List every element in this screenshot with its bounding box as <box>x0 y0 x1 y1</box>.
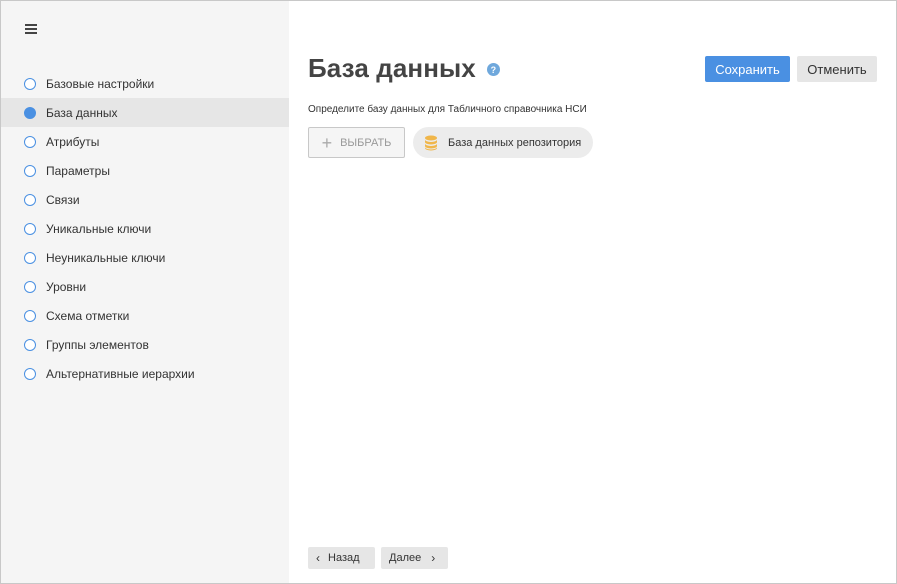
selected-database-chip[interactable]: База данных репозитория <box>413 127 594 158</box>
sidebar-item-database[interactable]: База данных <box>1 98 289 127</box>
sidebar-item-label: Уникальные ключи <box>46 221 152 236</box>
radio-icon <box>24 77 36 90</box>
sidebar-item-label: Неуникальные ключи <box>46 250 166 265</box>
sidebar-item-parameters[interactable]: Параметры <box>1 156 289 185</box>
sidebar-item-label: База данных <box>46 105 118 120</box>
next-button[interactable]: Далее › <box>381 547 448 569</box>
plus-icon: + <box>321 132 333 153</box>
next-label: Далее <box>389 552 422 564</box>
radio-icon <box>24 367 36 380</box>
wizard-window: Базовые настройки База данных Атрибуты П… <box>0 0 897 584</box>
chevron-left-icon: ‹ <box>316 551 320 565</box>
sidebar-item-label: Схема отметки <box>46 308 130 323</box>
back-label: Назад <box>328 552 360 564</box>
sidebar-item-label: Уровни <box>46 279 87 294</box>
description-text: Определите базу данных для Табличного сп… <box>308 104 587 115</box>
sidebar-item-label: Альтернативные иерархии <box>46 366 195 381</box>
sidebar-item-element-groups[interactable]: Группы элементов <box>1 330 289 359</box>
help-icon[interactable]: ? <box>486 63 500 76</box>
sidebar-item-mark-scheme[interactable]: Схема отметки <box>1 301 289 330</box>
sidebar-item-basic-settings[interactable]: Базовые настройки <box>1 69 289 98</box>
radio-icon <box>24 135 36 148</box>
sidebar-item-label: Связи <box>46 192 80 207</box>
choose-button[interactable]: + ВЫБРАТЬ <box>308 127 405 158</box>
radio-icon <box>24 222 36 235</box>
title-row: База данных ? <box>308 53 500 84</box>
sidebar-nav: Базовые настройки База данных Атрибуты П… <box>1 69 289 388</box>
sidebar-item-label: Базовые настройки <box>46 76 155 91</box>
sidebar-item-label: Атрибуты <box>46 134 100 149</box>
sidebar-item-label: Параметры <box>46 163 110 178</box>
page-title: База данных <box>308 53 476 83</box>
back-button[interactable]: ‹ Назад <box>308 547 375 569</box>
radio-icon <box>24 164 36 177</box>
menu-icon[interactable] <box>25 24 37 34</box>
chevron-right-icon: › <box>431 551 436 565</box>
radio-icon <box>24 309 36 322</box>
radio-icon <box>24 251 36 264</box>
sidebar-item-nonunique-keys[interactable]: Неуникальные ключи <box>1 243 289 272</box>
selected-database-label: База данных репозитория <box>448 136 582 149</box>
radio-icon <box>24 106 36 119</box>
radio-icon <box>24 280 36 293</box>
sidebar: Базовые настройки База данных Атрибуты П… <box>1 1 289 583</box>
sidebar-item-alt-hierarchies[interactable]: Альтернативные иерархии <box>1 359 289 388</box>
sidebar-item-links[interactable]: Связи <box>1 185 289 214</box>
cancel-button[interactable]: Отменить <box>797 56 877 82</box>
radio-icon <box>24 338 36 351</box>
save-button[interactable]: Сохранить <box>705 56 790 82</box>
main-panel: База данных ? Сохранить Отменить Определ… <box>289 1 896 583</box>
sidebar-item-levels[interactable]: Уровни <box>1 272 289 301</box>
database-icon <box>425 135 437 150</box>
radio-icon <box>24 193 36 206</box>
sidebar-item-attributes[interactable]: Атрибуты <box>1 127 289 156</box>
sidebar-item-label: Группы элементов <box>46 337 149 352</box>
choose-label: ВЫБРАТЬ <box>340 136 392 149</box>
sidebar-item-unique-keys[interactable]: Уникальные ключи <box>1 214 289 243</box>
